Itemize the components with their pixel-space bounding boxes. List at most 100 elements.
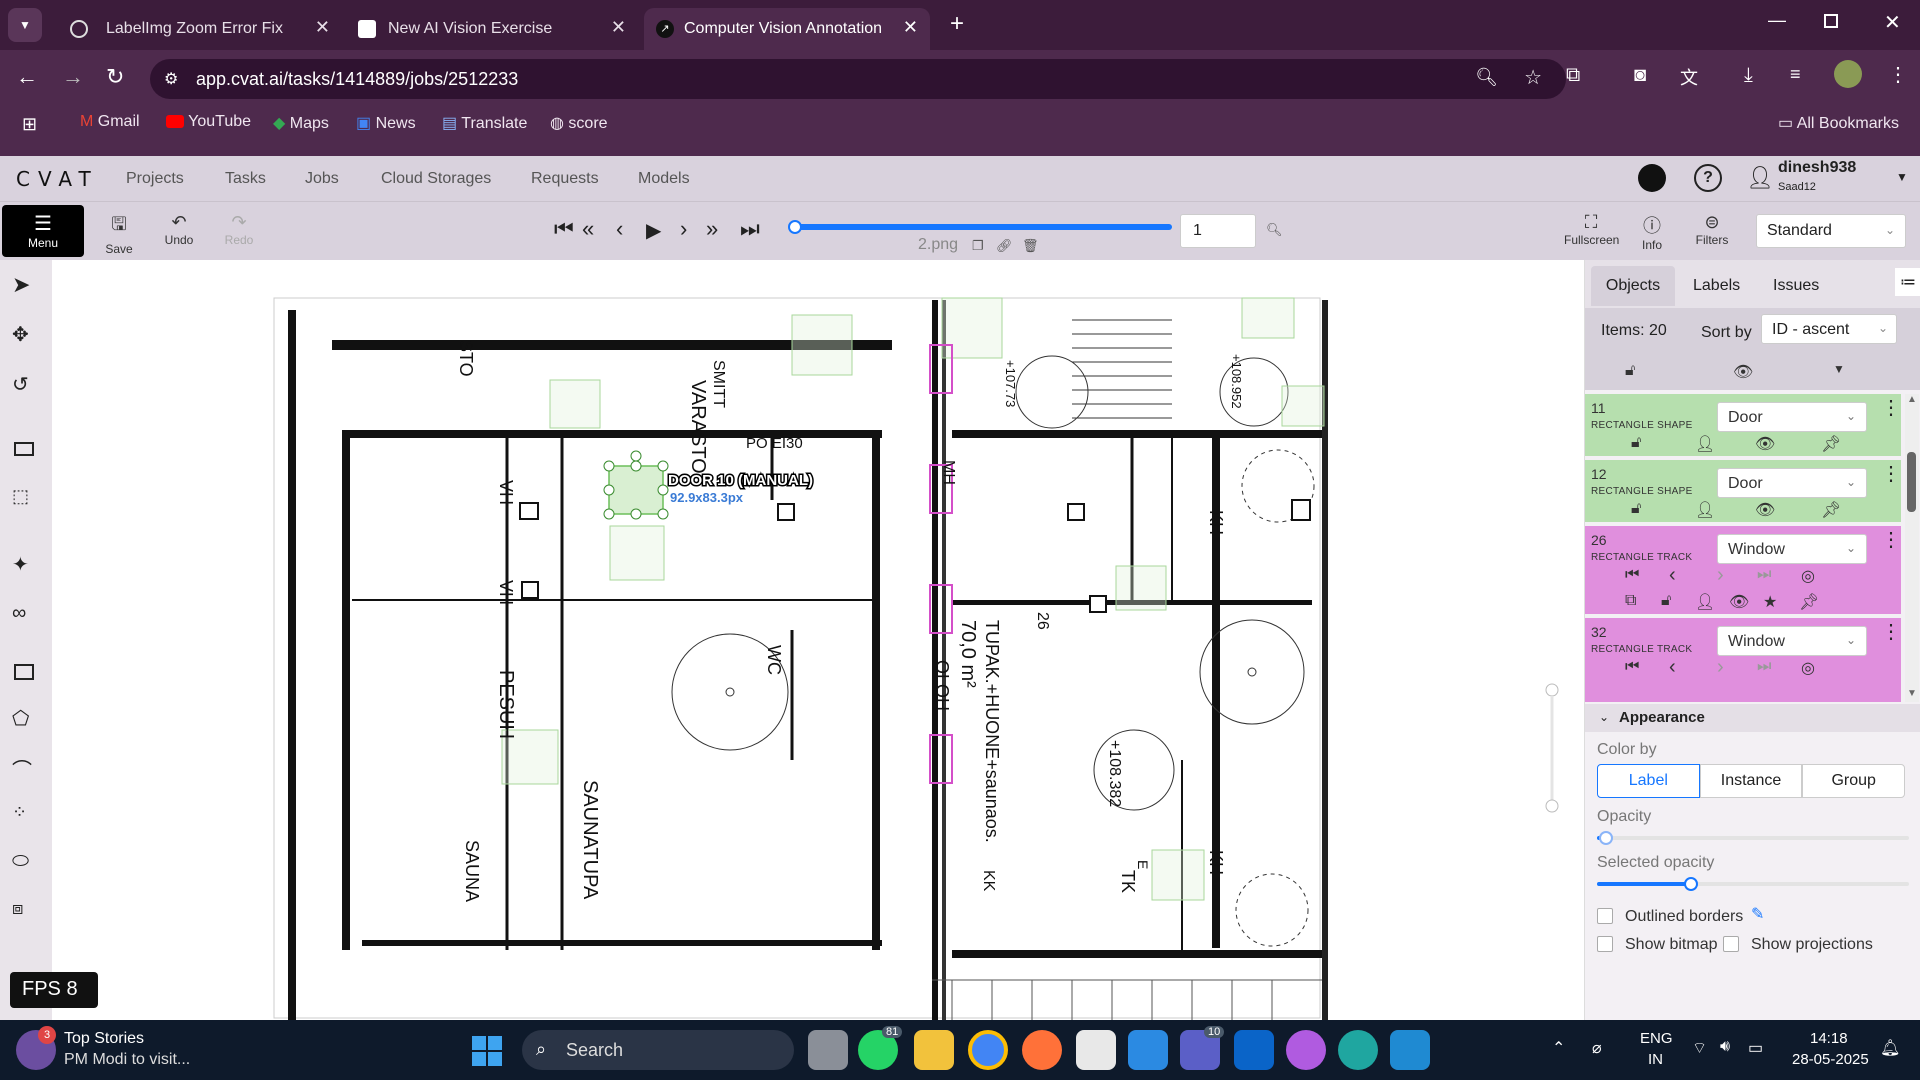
frame-slider-handle[interactable] xyxy=(788,220,802,234)
next-frame-icon[interactable]: › xyxy=(680,216,687,242)
save-button[interactable]: 🖫 Save xyxy=(96,212,142,256)
help-icon[interactable]: ? xyxy=(1694,164,1722,192)
scrollbar-thumb[interactable] xyxy=(1907,452,1916,512)
object-menu-icon[interactable]: ⋮ xyxy=(1881,398,1901,418)
last-keyframe-icon[interactable]: ⏭ xyxy=(1757,566,1771,584)
outside-icon[interactable]: ⧉ xyxy=(1625,592,1636,610)
cvat-logo[interactable]: CVAT xyxy=(16,167,99,191)
frame-number-input[interactable]: 1 xyxy=(1180,214,1256,248)
last-frame-icon[interactable]: ⏭ xyxy=(740,216,760,242)
site-info-icon[interactable]: ⚙ xyxy=(164,69,178,89)
whatsapp-icon[interactable]: 81 xyxy=(858,1026,903,1070)
teams-icon[interactable]: 10 xyxy=(1180,1026,1225,1070)
all-bookmarks[interactable]: ▭ All Bookmarks xyxy=(1778,113,1899,133)
back-icon[interactable]: ← xyxy=(16,64,38,90)
ms-store-icon[interactable] xyxy=(1076,1030,1116,1070)
file-explorer-icon[interactable] xyxy=(914,1030,954,1070)
reload-icon[interactable]: ↻ xyxy=(106,64,124,90)
cuboid-tool-icon[interactable]: ⧈ xyxy=(12,898,23,919)
sort-by-select[interactable]: ID - ascent ⌄ xyxy=(1761,314,1897,344)
notifications-icon[interactable]: 🔔︎ xyxy=(1880,1038,1900,1058)
selected-opacity-slider-handle[interactable] xyxy=(1683,877,1698,891)
polyline-tool-icon[interactable]: ⌒ xyxy=(12,754,32,783)
object-menu-icon[interactable]: ⋮ xyxy=(1881,464,1901,484)
close-icon[interactable]: ✕ xyxy=(903,17,918,38)
close-icon[interactable]: ✕ xyxy=(611,17,626,38)
last-keyframe-icon[interactable]: ⏭ xyxy=(1757,658,1771,676)
annotation-canvas[interactable]: VARASTO VH VH STO SMITT PO EI30 WC PESUH… xyxy=(10,260,1584,1020)
close-window-icon[interactable]: ✕ xyxy=(1884,10,1901,35)
chrome-menu-icon[interactable]: ⋮ xyxy=(1888,62,1908,87)
color-by-instance-option[interactable]: Instance xyxy=(1699,764,1803,798)
rectangle-tool-icon[interactable] xyxy=(14,664,34,680)
bookmark-star-icon[interactable]: ☆ xyxy=(1524,65,1542,90)
object-label-select[interactable]: Door ⌄ xyxy=(1717,402,1867,432)
zoom-region-icon[interactable]: ⬚ xyxy=(12,486,29,507)
media-icon[interactable]: ≡ xyxy=(1790,64,1801,85)
location-icon[interactable]: ◎ xyxy=(1801,658,1815,678)
eye-icon[interactable]: 👁︎ xyxy=(1729,592,1749,612)
language-primary[interactable]: ENG xyxy=(1640,1030,1673,1047)
copilot-icon[interactable] xyxy=(1286,1030,1326,1070)
chrome-icon[interactable] xyxy=(968,1030,1008,1070)
floorplan-image[interactable]: VARASTO VH VH STO SMITT PO EI30 WC PESUH… xyxy=(52,260,1584,1020)
collapse-sidebar-icon[interactable]: ≔ xyxy=(1895,268,1920,296)
object-item-12[interactable]: 12 RECTANGLE SHAPE Door ⌄ ⋮ 🔓︎ 👤︎ 👁︎ 📌︎ xyxy=(1585,460,1901,522)
opacity-slider-handle[interactable] xyxy=(1599,831,1614,845)
forward-icon[interactable]: → xyxy=(62,64,84,90)
color-by-label-option[interactable]: Label xyxy=(1597,764,1700,798)
tab-search-button[interactable]: ▼ xyxy=(8,8,42,42)
translate-icon[interactable]: 文 xyxy=(1680,64,1698,90)
github-icon[interactable] xyxy=(1638,164,1666,192)
windows-start-icon[interactable] xyxy=(472,1036,502,1066)
lock-all-icon[interactable]: 🔓︎ xyxy=(1625,362,1635,380)
restore-icon[interactable] xyxy=(1824,14,1838,28)
volume-icon[interactable]: 🔊︎ xyxy=(1720,1038,1730,1056)
profile-avatar[interactable] xyxy=(1834,60,1862,88)
prev-keyframe-icon[interactable]: ‹ xyxy=(1669,656,1676,679)
clock-date[interactable]: 28-05-2025 xyxy=(1792,1051,1869,1068)
vscode-icon[interactable] xyxy=(1390,1030,1430,1070)
objects-scrollbar[interactable]: ▲ ▼ xyxy=(1905,394,1919,702)
object-label-select[interactable]: Door ⌄ xyxy=(1717,468,1867,498)
taskbar-search[interactable]: ⌕ Search xyxy=(522,1030,794,1070)
user-menu-chevron-icon[interactable]: ▼ xyxy=(1896,170,1908,184)
nav-requests[interactable]: Requests xyxy=(531,170,599,188)
rotate-icon[interactable]: ↺ xyxy=(12,372,29,397)
selected-opacity-slider[interactable] xyxy=(1597,877,1909,891)
opacity-slider[interactable] xyxy=(1597,831,1909,845)
object-menu-icon[interactable]: ⋮ xyxy=(1881,530,1901,550)
expand-all-icon[interactable]: ▼ xyxy=(1833,362,1845,376)
fullscreen-button[interactable]: ⛶ Fullscreen xyxy=(1564,212,1619,247)
clock-time[interactable]: 14:18 xyxy=(1810,1030,1848,1047)
prev-keyframe-icon[interactable]: ‹ xyxy=(1669,564,1676,587)
ellipse-tool-icon[interactable]: ⬭ xyxy=(12,850,29,873)
object-item-26[interactable]: 26 RECTANGLE TRACK Window ⌄ ⋮ ⏮ ‹ › ⏭ ◎ ⧉… xyxy=(1585,526,1901,614)
prev-frame-icon[interactable]: ‹ xyxy=(616,216,623,242)
object-label-select[interactable]: Window ⌄ xyxy=(1717,534,1867,564)
news-subtitle[interactable]: PM Modi to visit... xyxy=(64,1051,190,1069)
undo-button[interactable]: ↶ Undo xyxy=(156,212,202,247)
step-back-icon[interactable]: « xyxy=(582,216,594,242)
occluded-icon[interactable]: 👤︎ xyxy=(1695,500,1715,520)
polygon-tool-icon[interactable]: ⬠ xyxy=(12,706,29,731)
bookmark-translate[interactable]: ▤ Translate xyxy=(442,113,527,133)
nav-cloud-storages[interactable]: Cloud Storages xyxy=(381,170,491,188)
username[interactable]: dinesh938 xyxy=(1778,159,1856,177)
fit-image-icon[interactable] xyxy=(14,442,34,456)
show-hidden-icon[interactable]: ⌃ xyxy=(1552,1038,1565,1058)
openvino-icon[interactable]: ∞ xyxy=(12,602,26,625)
nav-jobs[interactable]: Jobs xyxy=(305,170,339,188)
first-keyframe-icon[interactable]: ⏮ xyxy=(1625,658,1639,676)
object-label-select[interactable]: Window ⌄ xyxy=(1717,626,1867,656)
location-icon[interactable]: ◎ xyxy=(1801,566,1815,586)
battery-icon[interactable]: ▭ xyxy=(1748,1038,1763,1058)
outlook-icon[interactable] xyxy=(1234,1030,1274,1070)
app-icon[interactable] xyxy=(1128,1030,1168,1070)
move-icon[interactable]: ✥ xyxy=(12,322,29,347)
wifi-icon[interactable]: ⌔ xyxy=(1692,1038,1707,1058)
nav-tasks[interactable]: Tasks xyxy=(225,170,266,188)
occluded-icon[interactable]: 👤︎ xyxy=(1695,592,1715,612)
network-off-icon[interactable]: ⌀ xyxy=(1592,1038,1602,1058)
nav-models[interactable]: Models xyxy=(638,170,690,188)
